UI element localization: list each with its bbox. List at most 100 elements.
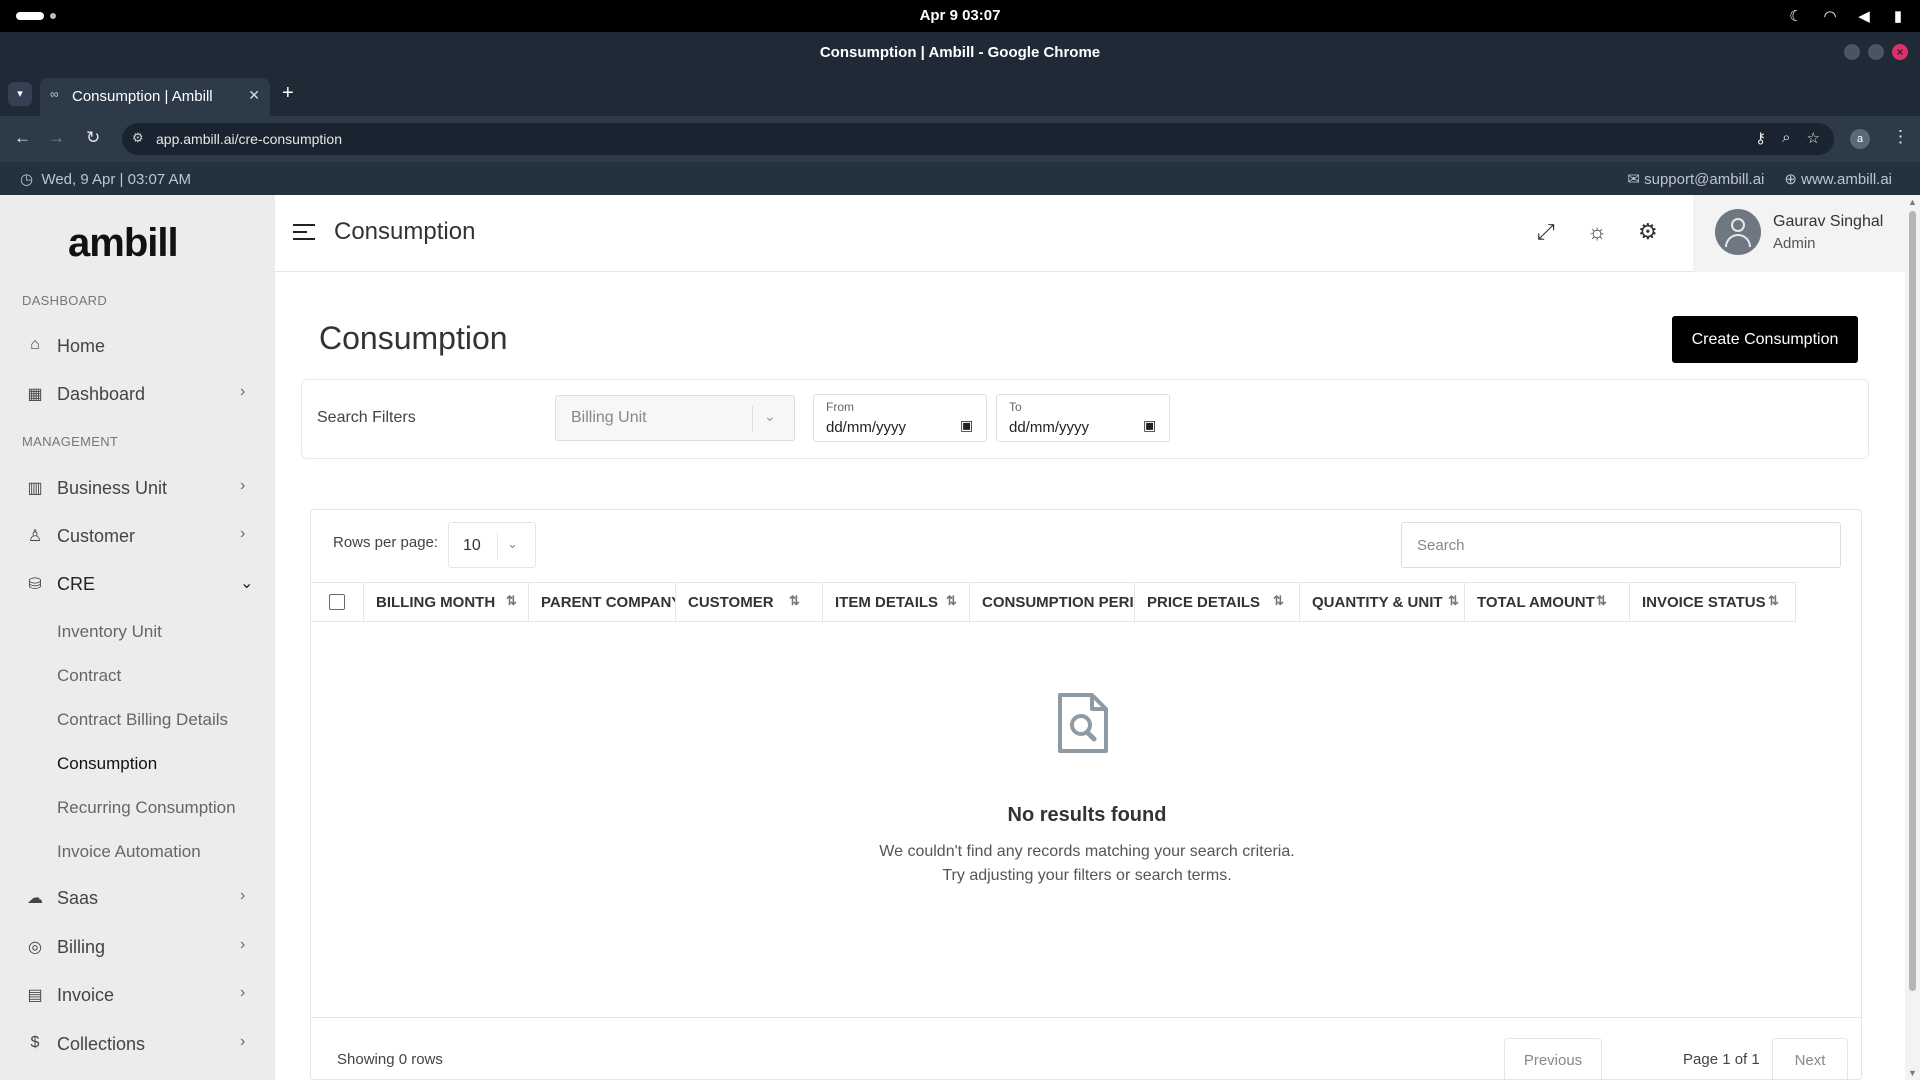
column-item-details[interactable]: ITEM DETAILS ⇅ <box>822 583 969 621</box>
hamburger-menu-icon[interactable] <box>293 224 315 245</box>
chevron-right-icon: › <box>240 887 246 904</box>
settings-gear-icon[interactable]: ⚙ <box>1638 219 1658 245</box>
sort-icon[interactable]: ⇅ <box>1768 593 1779 609</box>
table-search-input[interactable] <box>1401 522 1841 568</box>
sidebar-item-home[interactable]: ⌂ Home <box>0 327 275 367</box>
sort-icon[interactable]: ⇅ <box>1596 593 1607 609</box>
maximize-button[interactable] <box>1868 44 1884 60</box>
user-name: Gaurav Singhal <box>1773 213 1884 230</box>
sidebar-subitem-contract[interactable]: Contract <box>57 666 121 686</box>
sidebar-item-cre[interactable]: ⛁ CRE ⌄ <box>0 565 275 605</box>
profile-avatar[interactable]: a <box>1850 129 1870 149</box>
sidebar-item-dashboard[interactable]: ▦ Dashboard › <box>0 375 275 415</box>
address-bar[interactable]: ⚙ app.ambill.ai/cre-consumption ⚷ ⌕ ☆ <box>122 123 1834 155</box>
globe-icon: ⊕ <box>1784 171 1797 188</box>
browser-menu-icon[interactable]: ⋮ <box>1892 127 1909 147</box>
support-email-link[interactable]: support@ambill.ai <box>1644 171 1764 188</box>
to-date-value: dd/mm/yyyy <box>1009 419 1090 436</box>
tab-strip: ▾ ∞ Consumption | Ambill ✕ + <box>0 72 1920 116</box>
back-icon[interactable]: ← <box>14 128 31 148</box>
system-tray[interactable]: ☾ ◠ ◀ ▮ <box>1788 7 1906 25</box>
ambill-logo[interactable]: ambill <box>68 221 179 266</box>
column-parent-company[interactable]: PARENT COMPANY <box>528 583 675 621</box>
empty-state: No results found We couldn't find any re… <box>311 623 1861 1018</box>
sidebar-item-invoice[interactable]: ▤ Invoice › <box>0 976 275 1016</box>
sidebar-subitem-contract-billing-details[interactable]: Contract Billing Details <box>57 710 228 730</box>
bookmark-star-icon[interactable]: ☆ <box>1807 129 1820 147</box>
scroll-up-icon[interactable]: ▲ <box>1908 197 1917 207</box>
calendar-icon[interactable]: ▣ <box>1143 417 1156 434</box>
page-scrollbar[interactable]: ▲ ▼ <box>1905 195 1920 1080</box>
sidebar-item-business-unit[interactable]: ▥ Business Unit › <box>0 469 275 509</box>
sidebar-subitem-inventory-unit[interactable]: Inventory Unit <box>57 622 162 642</box>
sun-icon[interactable]: ☼ <box>1587 219 1607 245</box>
sidebar-subitem-recurring-consumption[interactable]: Recurring Consumption <box>57 798 236 818</box>
password-key-icon[interactable]: ⚷ <box>1755 129 1766 147</box>
user-role: Admin <box>1773 235 1816 252</box>
from-date-field[interactable]: From dd/mm/yyyy ▣ <box>813 394 987 442</box>
url-text[interactable]: app.ambill.ai/cre-consumption <box>156 131 342 147</box>
user-profile[interactable]: Gaurav Singhal Admin <box>1693 195 1905 272</box>
sidebar-item-customer[interactable]: ♙ Customer › <box>0 517 275 557</box>
grid-icon: ▦ <box>27 386 43 403</box>
section-label-dashboard: DASHBOARD <box>22 293 108 308</box>
sidebar-item-saas[interactable]: ☁ Saas › <box>0 879 275 919</box>
website-link[interactable]: www.ambill.ai <box>1801 171 1892 188</box>
column-invoice-status[interactable]: INVOICE STATUS ⇅ <box>1629 583 1796 621</box>
chevron-down-icon: ⌄ <box>240 575 254 592</box>
zoom-icon[interactable]: ⌕ <box>1782 129 1790 147</box>
to-date-field[interactable]: To dd/mm/yyyy ▣ <box>996 394 1170 442</box>
sidebar: ambill DASHBOARD ⌂ Home ▦ Dashboard › MA… <box>0 195 275 1080</box>
rows-per-page-label: Rows per page: <box>333 534 439 551</box>
column-total-amount[interactable]: TOTAL AMOUNT ⇅ <box>1464 583 1629 621</box>
empty-state-hint: Try adjusting your filters or search ter… <box>942 867 1232 884</box>
close-tab-icon[interactable]: ✕ <box>248 87 260 104</box>
rows-per-page-value: 10 <box>463 537 481 554</box>
column-billing-month[interactable]: BILLING MONTH ⇅ <box>363 583 528 621</box>
previous-page-button[interactable]: Previous <box>1504 1038 1602 1079</box>
tab-search-button[interactable]: ▾ <box>8 82 32 106</box>
sort-icon[interactable]: ⇅ <box>1273 593 1284 609</box>
sidebar-subitem-consumption[interactable]: Consumption <box>57 754 157 774</box>
rows-per-page-select[interactable]: 10 ⌄ <box>448 522 536 568</box>
close-window-button[interactable]: × <box>1892 44 1908 60</box>
sort-icon[interactable]: ⇅ <box>506 593 517 609</box>
fullscreen-icon[interactable]: ⤢ <box>1537 219 1555 245</box>
chevron-right-icon: › <box>240 383 246 400</box>
column-customer[interactable]: CUSTOMER ⇅ <box>675 583 822 621</box>
new-tab-button[interactable]: + <box>282 83 294 103</box>
minimize-button[interactable] <box>1844 44 1860 60</box>
create-consumption-button[interactable]: Create Consumption <box>1672 316 1858 363</box>
calendar-icon[interactable]: ▣ <box>960 417 973 434</box>
billing-unit-select[interactable]: Billing Unit ⌄ <box>555 395 795 441</box>
column-quantity-unit[interactable]: QUANTITY & UNIT ⇅ <box>1299 583 1464 621</box>
chevron-down-icon: ⌄ <box>764 408 776 424</box>
os-clock[interactable]: Apr 9 03:07 <box>0 7 1920 24</box>
scroll-down-icon[interactable]: ▼ <box>1908 1068 1917 1078</box>
sidebar-item-billing[interactable]: ◎ Billing › <box>0 928 275 968</box>
avatar <box>1715 209 1761 255</box>
table-footer: Showing 0 rows Previous Page 1 of 1 Next <box>311 1017 1861 1079</box>
moon-icon: ☾ <box>1789 8 1803 25</box>
sidebar-item-label: Collections <box>57 1034 146 1054</box>
forward-icon[interactable]: → <box>48 128 65 148</box>
select-all-cell <box>311 583 363 621</box>
select-all-checkbox[interactable] <box>329 594 345 610</box>
next-page-button[interactable]: Next <box>1772 1038 1848 1079</box>
sort-icon[interactable]: ⇅ <box>946 593 957 609</box>
column-price-details[interactable]: PRICE DETAILS ⇅ <box>1134 583 1299 621</box>
from-date-value: dd/mm/yyyy <box>826 419 907 436</box>
sidebar-item-label: Customer <box>57 526 136 546</box>
sort-icon[interactable]: ⇅ <box>789 593 800 609</box>
current-datetime: Wed, 9 Apr | 03:07 AM <box>41 171 191 188</box>
scrollbar-thumb[interactable] <box>1909 211 1916 991</box>
reload-icon[interactable]: ↻ <box>86 128 100 148</box>
sidebar-subitem-invoice-automation[interactable]: Invoice Automation <box>57 842 201 862</box>
site-info-icon[interactable]: ⚙ <box>132 130 144 146</box>
sort-icon[interactable]: ⇅ <box>1448 593 1459 609</box>
browser-tab[interactable]: ∞ Consumption | Ambill ✕ <box>40 78 270 116</box>
column-consumption-period[interactable]: CONSUMPTION PERIOD <box>969 583 1134 621</box>
sidebar-item-collections[interactable]: $ Collections › <box>0 1025 275 1065</box>
page-indicator: Page 1 of 1 <box>1683 1051 1760 1068</box>
cloud-icon: ☁ <box>27 890 43 907</box>
